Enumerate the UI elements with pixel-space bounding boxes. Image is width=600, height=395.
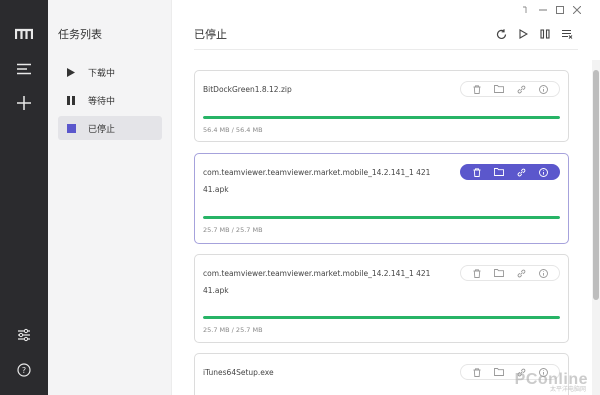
task-card[interactable]: iTunes64Setup.exe (194, 353, 569, 395)
stop-icon (66, 123, 76, 133)
task-actions (460, 81, 560, 97)
folder-icon[interactable] (488, 82, 510, 96)
play-icon (66, 67, 76, 77)
delete-icon[interactable] (466, 82, 488, 96)
sidebar-item-waiting[interactable]: 等待中 (58, 88, 162, 112)
svg-text:?: ? (22, 366, 26, 375)
link-icon[interactable] (510, 82, 532, 96)
clear-list-icon[interactable] (560, 27, 574, 41)
task-file-name: iTunes64Setup.exe (203, 368, 274, 377)
info-icon[interactable] (532, 82, 554, 96)
progress-fill (203, 116, 560, 119)
progress-bar (203, 216, 560, 219)
task-file-name: com.teamviewer.teamviewer.market.mobile_… (203, 168, 431, 194)
menu-icon[interactable] (0, 52, 48, 86)
sidebar-item-label: 等待中 (88, 96, 116, 107)
task-card[interactable]: com.teamviewer.teamviewer.market.mobile_… (194, 254, 569, 343)
task-file-name: BitDockGreen1.8.12.zip (203, 85, 292, 94)
pause-icon (66, 95, 76, 105)
progress-bar (203, 116, 560, 119)
minimize-icon[interactable] (536, 4, 550, 16)
task-actions (460, 265, 560, 281)
task-size: 25.7 MB / 25.7 MB (203, 226, 263, 234)
scrollbar-thumb[interactable] (593, 70, 599, 300)
help-icon[interactable]: ? (0, 353, 48, 387)
sidebar-item-label: 已停止 (88, 124, 116, 135)
folder-icon[interactable] (488, 165, 510, 179)
watermark-subtitle: 太平洋电脑网 (549, 386, 586, 393)
info-icon[interactable] (532, 165, 554, 179)
add-task-icon[interactable] (0, 86, 48, 120)
task-actions (460, 164, 560, 180)
pin-icon[interactable] (519, 4, 533, 16)
folder-icon[interactable] (488, 266, 510, 280)
info-icon[interactable] (532, 266, 554, 280)
progress-bar (203, 316, 560, 319)
link-icon[interactable] (510, 165, 532, 179)
app-rail: ? (0, 0, 48, 395)
link-icon[interactable] (510, 266, 532, 280)
maximize-icon[interactable] (553, 4, 567, 16)
close-icon[interactable] (570, 4, 584, 16)
sidebar-title: 任务列表 (58, 28, 102, 41)
task-card[interactable]: com.teamviewer.teamviewer.market.mobile_… (194, 153, 569, 244)
task-file-name: com.teamviewer.teamviewer.market.mobile_… (203, 269, 431, 295)
header-divider (194, 49, 578, 50)
task-size: 25.7 MB / 25.7 MB (203, 326, 263, 334)
delete-icon[interactable] (466, 365, 488, 379)
delete-icon[interactable] (466, 165, 488, 179)
start-all-icon[interactable] (516, 27, 530, 41)
logo-icon[interactable] (0, 17, 48, 51)
folder-icon[interactable] (488, 365, 510, 379)
task-list-sidebar: 任务列表 下载中 等待中 已停止 (48, 0, 172, 395)
main-panel: 已停止 BitDockGreen1.8.12.zip 56.4 MB / 56.… (172, 0, 600, 395)
page-title: 已停止 (194, 28, 227, 41)
task-size: 56.4 MB / 56.4 MB (203, 126, 263, 134)
refresh-icon[interactable] (494, 27, 508, 41)
task-card[interactable]: BitDockGreen1.8.12.zip 56.4 MB / 56.4 MB (194, 70, 569, 142)
pause-all-icon[interactable] (538, 27, 552, 41)
progress-fill (203, 316, 560, 319)
sidebar-item-label: 下载中 (88, 68, 116, 79)
progress-fill (203, 216, 560, 219)
settings-sliders-icon[interactable] (0, 318, 48, 352)
sidebar-item-stopped[interactable]: 已停止 (58, 116, 162, 140)
delete-icon[interactable] (466, 266, 488, 280)
sidebar-item-downloading[interactable]: 下载中 (58, 60, 162, 84)
